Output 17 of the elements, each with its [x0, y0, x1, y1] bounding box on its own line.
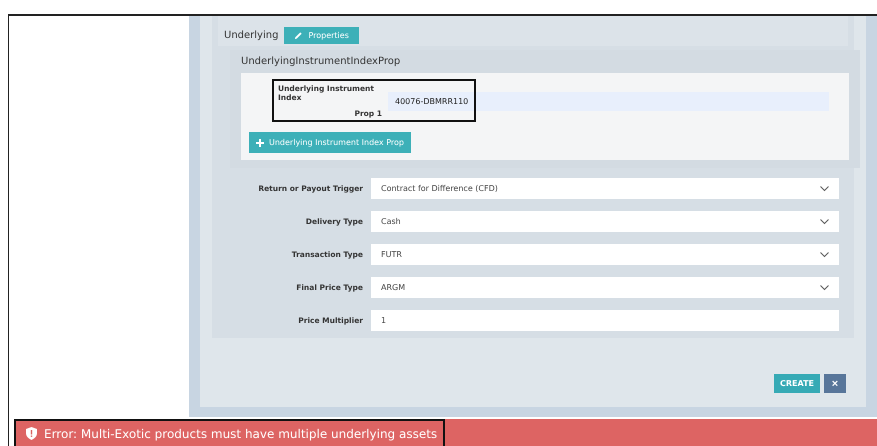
- pencil-icon: [294, 30, 304, 40]
- chevron-down-icon: [820, 186, 829, 192]
- chevron-down-icon: [820, 284, 829, 290]
- underlying-label: Underlying: [224, 30, 278, 40]
- select-field[interactable]: Contract for Difference (CFD): [371, 178, 839, 199]
- plus-icon: [256, 138, 264, 146]
- shield-icon: [26, 427, 37, 440]
- input-field[interactable]: 40076-DBMRR110: [388, 92, 829, 110]
- chevron-down-icon: [820, 252, 829, 258]
- input-field[interactable]: 1: [371, 310, 839, 331]
- select-field[interactable]: Cash: [371, 211, 839, 232]
- error-text: Error: Multi-Exotic products must have multiple underlying assets: [44, 426, 438, 440]
- close-button[interactable]: ×: [824, 374, 846, 393]
- select-field[interactable]: FUTR: [371, 244, 839, 265]
- chevron-down-icon: [820, 218, 829, 224]
- select-field[interactable]: ARGM: [371, 277, 839, 298]
- group-title: UnderlyingInstrumentIndexProp: [241, 56, 402, 67]
